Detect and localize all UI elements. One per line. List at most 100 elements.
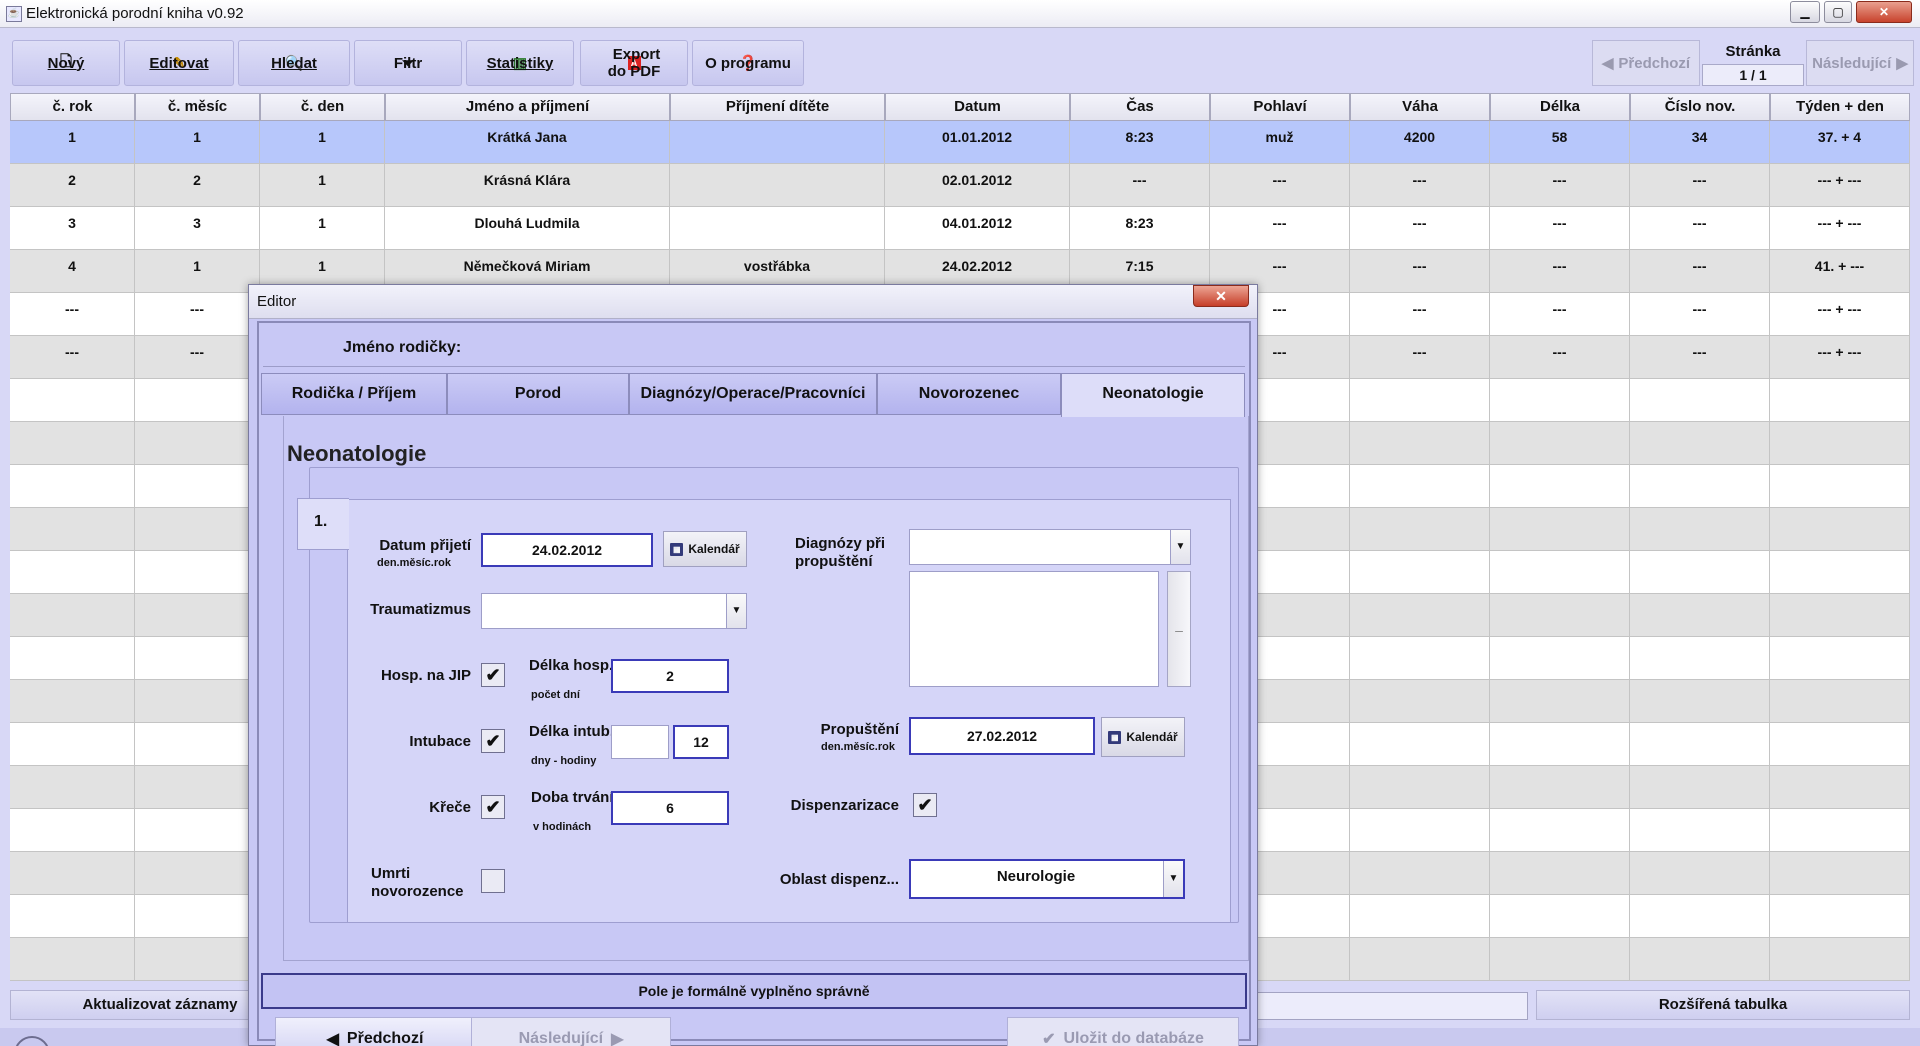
save-to-database-label: Uložit do databáze <box>1063 1030 1204 1046</box>
dispensarization-checkbox[interactable]: ✔ <box>913 793 937 817</box>
about-button-label: O programu <box>705 54 791 72</box>
table-cell <box>1350 379 1490 422</box>
chevron-down-icon: ▼ <box>1163 861 1183 897</box>
page-next-button[interactable]: Následující ▶ <box>1806 40 1914 86</box>
tab-birth[interactable]: Porod <box>447 373 629 415</box>
dispensarization-area-select[interactable]: Neurologie ▼ <box>909 859 1185 899</box>
tab-neonatology[interactable]: Neonatologie <box>1061 373 1245 417</box>
table-cell: 01.01.2012 <box>885 121 1070 164</box>
tab-diagnoses[interactable]: Diagnózy/Operace/Pracovníci <box>629 373 877 415</box>
table-cell <box>1490 895 1630 938</box>
table-cell: --- <box>1490 207 1630 250</box>
column-header[interactable]: č. den <box>260 93 385 121</box>
tab-mother-admission[interactable]: Rodička / Příjem <box>261 373 447 415</box>
seizure-duration-label: Doba trvání <box>531 789 614 806</box>
discharge-diagnoses-select[interactable]: ▼ <box>909 529 1191 565</box>
chevron-left-icon: ◀ <box>326 1031 339 1046</box>
diagnoses-scrollbar[interactable]: – <box>1167 571 1191 687</box>
tab-newborn[interactable]: Novorozenec <box>877 373 1061 415</box>
page-prev-button[interactable]: ◀ Předchozí <box>1592 40 1700 86</box>
column-header[interactable]: Jméno a příjmení <box>385 93 670 121</box>
about-button[interactable]: ❓ O programu <box>692 40 804 86</box>
page-label: Stránka <box>1725 43 1781 60</box>
edit-button[interactable]: ✎ Editovat <box>124 40 234 86</box>
table-cell <box>135 852 260 895</box>
table-cell <box>1350 852 1490 895</box>
table-cell <box>1490 938 1630 981</box>
check-icon: ✔ <box>1042 1031 1056 1046</box>
seizures-checkbox[interactable]: ✔ <box>481 795 505 819</box>
maximize-button[interactable]: ▢ <box>1824 1 1852 23</box>
filter-button[interactable]: ⏷ Filtr <box>354 40 462 86</box>
column-header[interactable]: Čas <box>1070 93 1210 121</box>
discharge-calendar-button[interactable]: ▦ Kalendář <box>1101 717 1185 757</box>
trauma-select[interactable]: ▼ <box>481 593 747 629</box>
table-cell: 1 <box>10 121 135 164</box>
table-row[interactable]: 3 3 1 Dlouhá Ludmila 04.01.2012 8:23 --- --- ---… <box>10 207 1910 250</box>
column-header[interactable]: Číslo nov. <box>1630 93 1770 121</box>
subtab-record-1[interactable]: 1. <box>297 498 349 550</box>
table-cell <box>135 551 260 594</box>
export-pdf-button[interactable]: A Export do PDF <box>580 40 688 86</box>
chevron-right-icon: ▶ <box>1896 55 1908 72</box>
table-cell <box>1490 465 1630 508</box>
chevron-right-icon: ▶ <box>611 1031 624 1046</box>
editor-next-button[interactable]: Následující ▶ <box>471 1017 671 1046</box>
column-header[interactable]: č. měsíc <box>135 93 260 121</box>
seizures-label: Křeče <box>429 799 471 816</box>
table-cell <box>135 379 260 422</box>
close-window-button[interactable]: ✕ <box>1856 1 1912 23</box>
table-cell <box>1630 551 1770 594</box>
stay-length-input[interactable]: 2 <box>611 659 729 693</box>
table-cell: --- <box>1630 164 1770 207</box>
extended-table-button[interactable]: Rozšířená tabulka <box>1536 990 1910 1020</box>
table-cell <box>10 852 135 895</box>
statistics-button[interactable]: ▥ Statistiky <box>466 40 574 86</box>
table-cell: --- + --- <box>1770 336 1910 379</box>
table-row[interactable]: 2 2 1 Krásná Klára 02.01.2012 --- --- --- --- ---… <box>10 164 1910 207</box>
intubation-checkbox[interactable]: ✔ <box>481 729 505 753</box>
table-cell <box>1350 895 1490 938</box>
table-cell <box>135 680 260 723</box>
intubation-hours-input[interactable]: 12 <box>673 725 729 759</box>
table-cell <box>1350 637 1490 680</box>
save-to-database-button[interactable]: ✔ Uložit do databáze <box>1007 1017 1239 1046</box>
admission-calendar-button[interactable]: ▦ Kalendář <box>663 531 747 567</box>
table-cell <box>10 723 135 766</box>
table-cell <box>1350 809 1490 852</box>
table-cell <box>1490 594 1630 637</box>
table-cell <box>135 637 260 680</box>
trauma-label: Traumatizmus <box>370 601 471 618</box>
intubation-days-input[interactable] <box>611 725 669 759</box>
table-cell: --- <box>1070 164 1210 207</box>
search-button[interactable]: 🔍 Hledat <box>238 40 350 86</box>
icu-checkbox[interactable]: ✔ <box>481 663 505 687</box>
column-header[interactable]: Váha <box>1350 93 1490 121</box>
table-row[interactable]: 1 1 1 Krátká Jana 01.01.2012 8:23 muž 4200 58 34 3… <box>10 121 1910 164</box>
newborn-death-checkbox[interactable] <box>481 869 505 893</box>
column-header[interactable]: Pohlaví <box>1210 93 1350 121</box>
discharge-diagnoses-list[interactable] <box>909 571 1159 687</box>
table-cell: --- <box>135 293 260 336</box>
editor-close-button[interactable]: ✕ <box>1193 285 1249 307</box>
admission-date-input[interactable]: 24.02.2012 <box>481 533 653 567</box>
table-cell <box>1770 766 1910 809</box>
table-cell <box>1490 551 1630 594</box>
column-header[interactable]: Příjmení dítěte <box>670 93 885 121</box>
admission-date-format: den.měsíc.rok <box>377 557 451 569</box>
dispensarization-area-value: Neurologie <box>996 868 1076 885</box>
seizure-duration-input[interactable]: 6 <box>611 791 729 825</box>
column-header[interactable]: Datum <box>885 93 1070 121</box>
minimize-button[interactable]: ▁ <box>1790 1 1820 23</box>
table-cell <box>1630 680 1770 723</box>
table-cell <box>670 207 885 250</box>
discharge-date-input[interactable]: 27.02.2012 <box>909 717 1095 755</box>
column-header[interactable]: č. rok <box>10 93 135 121</box>
column-header[interactable]: Délka <box>1490 93 1630 121</box>
discharge-date-label: Propuštění <box>820 721 899 738</box>
editor-prev-button[interactable]: ◀ Předchozí <box>275 1017 475 1046</box>
table-cell: 8:23 <box>1070 207 1210 250</box>
column-header[interactable]: Týden + den <box>1770 93 1910 121</box>
icu-label: Hosp. na JIP <box>380 667 471 684</box>
new-button[interactable]: 🗋 Nový <box>12 40 120 86</box>
